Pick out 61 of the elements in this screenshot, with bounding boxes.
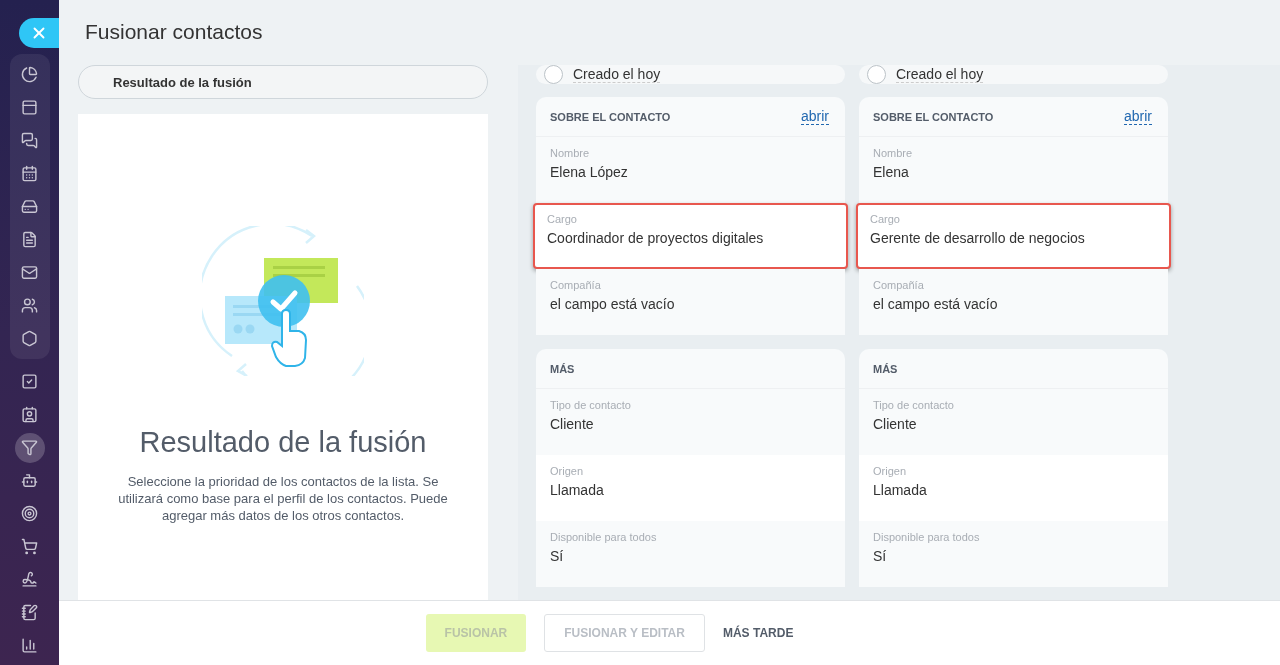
field-label: Tipo de contacto	[550, 399, 632, 411]
open-link[interactable]: abrir	[801, 108, 829, 125]
field-value: Sí	[550, 548, 565, 564]
funnel-icon	[21, 439, 38, 456]
radio-button[interactable]	[544, 65, 563, 84]
result-description: Seleccione la prioridad de los contactos de la lista. Se utilizará como base para el perfil de los contactos. Puede agregar más datos de los otros contactos.	[117, 473, 449, 524]
field-label: Disponible para todos	[550, 531, 658, 543]
field-value: Elena López	[550, 164, 629, 180]
pie-chart-icon	[21, 66, 38, 83]
notebook-icon	[21, 604, 38, 621]
field-value: Llamada	[873, 482, 928, 498]
section-title: MÁS	[873, 362, 898, 375]
field-label: Nombre	[873, 147, 914, 159]
field-value: Llamada	[550, 482, 605, 498]
later-link[interactable]: MÁS TARDE	[722, 614, 794, 652]
field-value: Cliente	[873, 416, 918, 432]
field-label: Cargo	[547, 213, 578, 225]
field-value: Gerente de desarrollo de negocios	[870, 230, 1086, 246]
chat-icon	[21, 132, 38, 149]
robot-icon	[21, 472, 38, 489]
panel-icon	[21, 99, 38, 116]
result-tab[interactable]: Resultado de la fusión	[78, 65, 488, 99]
field-label: Cargo	[870, 213, 901, 225]
field-label: Origen	[873, 465, 908, 477]
field-label: Nombre	[550, 147, 591, 159]
sidebar-item[interactable]	[14, 432, 45, 463]
section-title: MÁS	[550, 362, 575, 375]
users-icon	[21, 297, 38, 314]
field-value: el campo está vacío	[550, 296, 676, 312]
contact-label: Creado el hoy	[896, 66, 984, 83]
field-value: Coordinador de proyectos digitales	[547, 230, 765, 246]
field-label: Compañía	[873, 279, 925, 291]
field-value: Sí	[873, 548, 888, 564]
field-label: Compañía	[550, 279, 602, 291]
page-title: Fusionar contactos	[84, 19, 264, 45]
hexagon-icon	[21, 330, 38, 347]
contact-label: Creado el hoy	[573, 66, 661, 83]
field-label: Tipo de contacto	[873, 399, 955, 411]
field-value: Cliente	[550, 416, 595, 432]
contact-card-icon	[21, 406, 38, 423]
contact-header[interactable]: Creado el hoy	[859, 65, 1168, 84]
calendar-icon	[21, 165, 38, 182]
checkbox-icon	[21, 373, 38, 390]
mail-icon	[21, 264, 38, 281]
radio-button[interactable]	[867, 65, 886, 84]
close-button[interactable]	[19, 18, 59, 48]
field-label: Disponible para todos	[873, 531, 981, 543]
field-value: Elena	[873, 164, 910, 180]
target-icon	[21, 505, 38, 522]
field-value: el campo está vacío	[873, 296, 999, 312]
drive-icon	[21, 198, 38, 215]
document-icon	[21, 231, 38, 248]
cart-icon	[21, 538, 38, 555]
contact-header[interactable]: Creado el hoy	[536, 65, 845, 84]
field-label: Origen	[550, 465, 585, 477]
open-link[interactable]: abrir	[1124, 108, 1152, 125]
result-heading: Resultado de la fusión	[139, 426, 427, 459]
section-title: SOBRE EL CONTACTO	[550, 110, 671, 123]
section-title: SOBRE EL CONTACTO	[873, 110, 994, 123]
signature-icon	[21, 571, 38, 588]
bar-chart-icon	[21, 637, 38, 654]
